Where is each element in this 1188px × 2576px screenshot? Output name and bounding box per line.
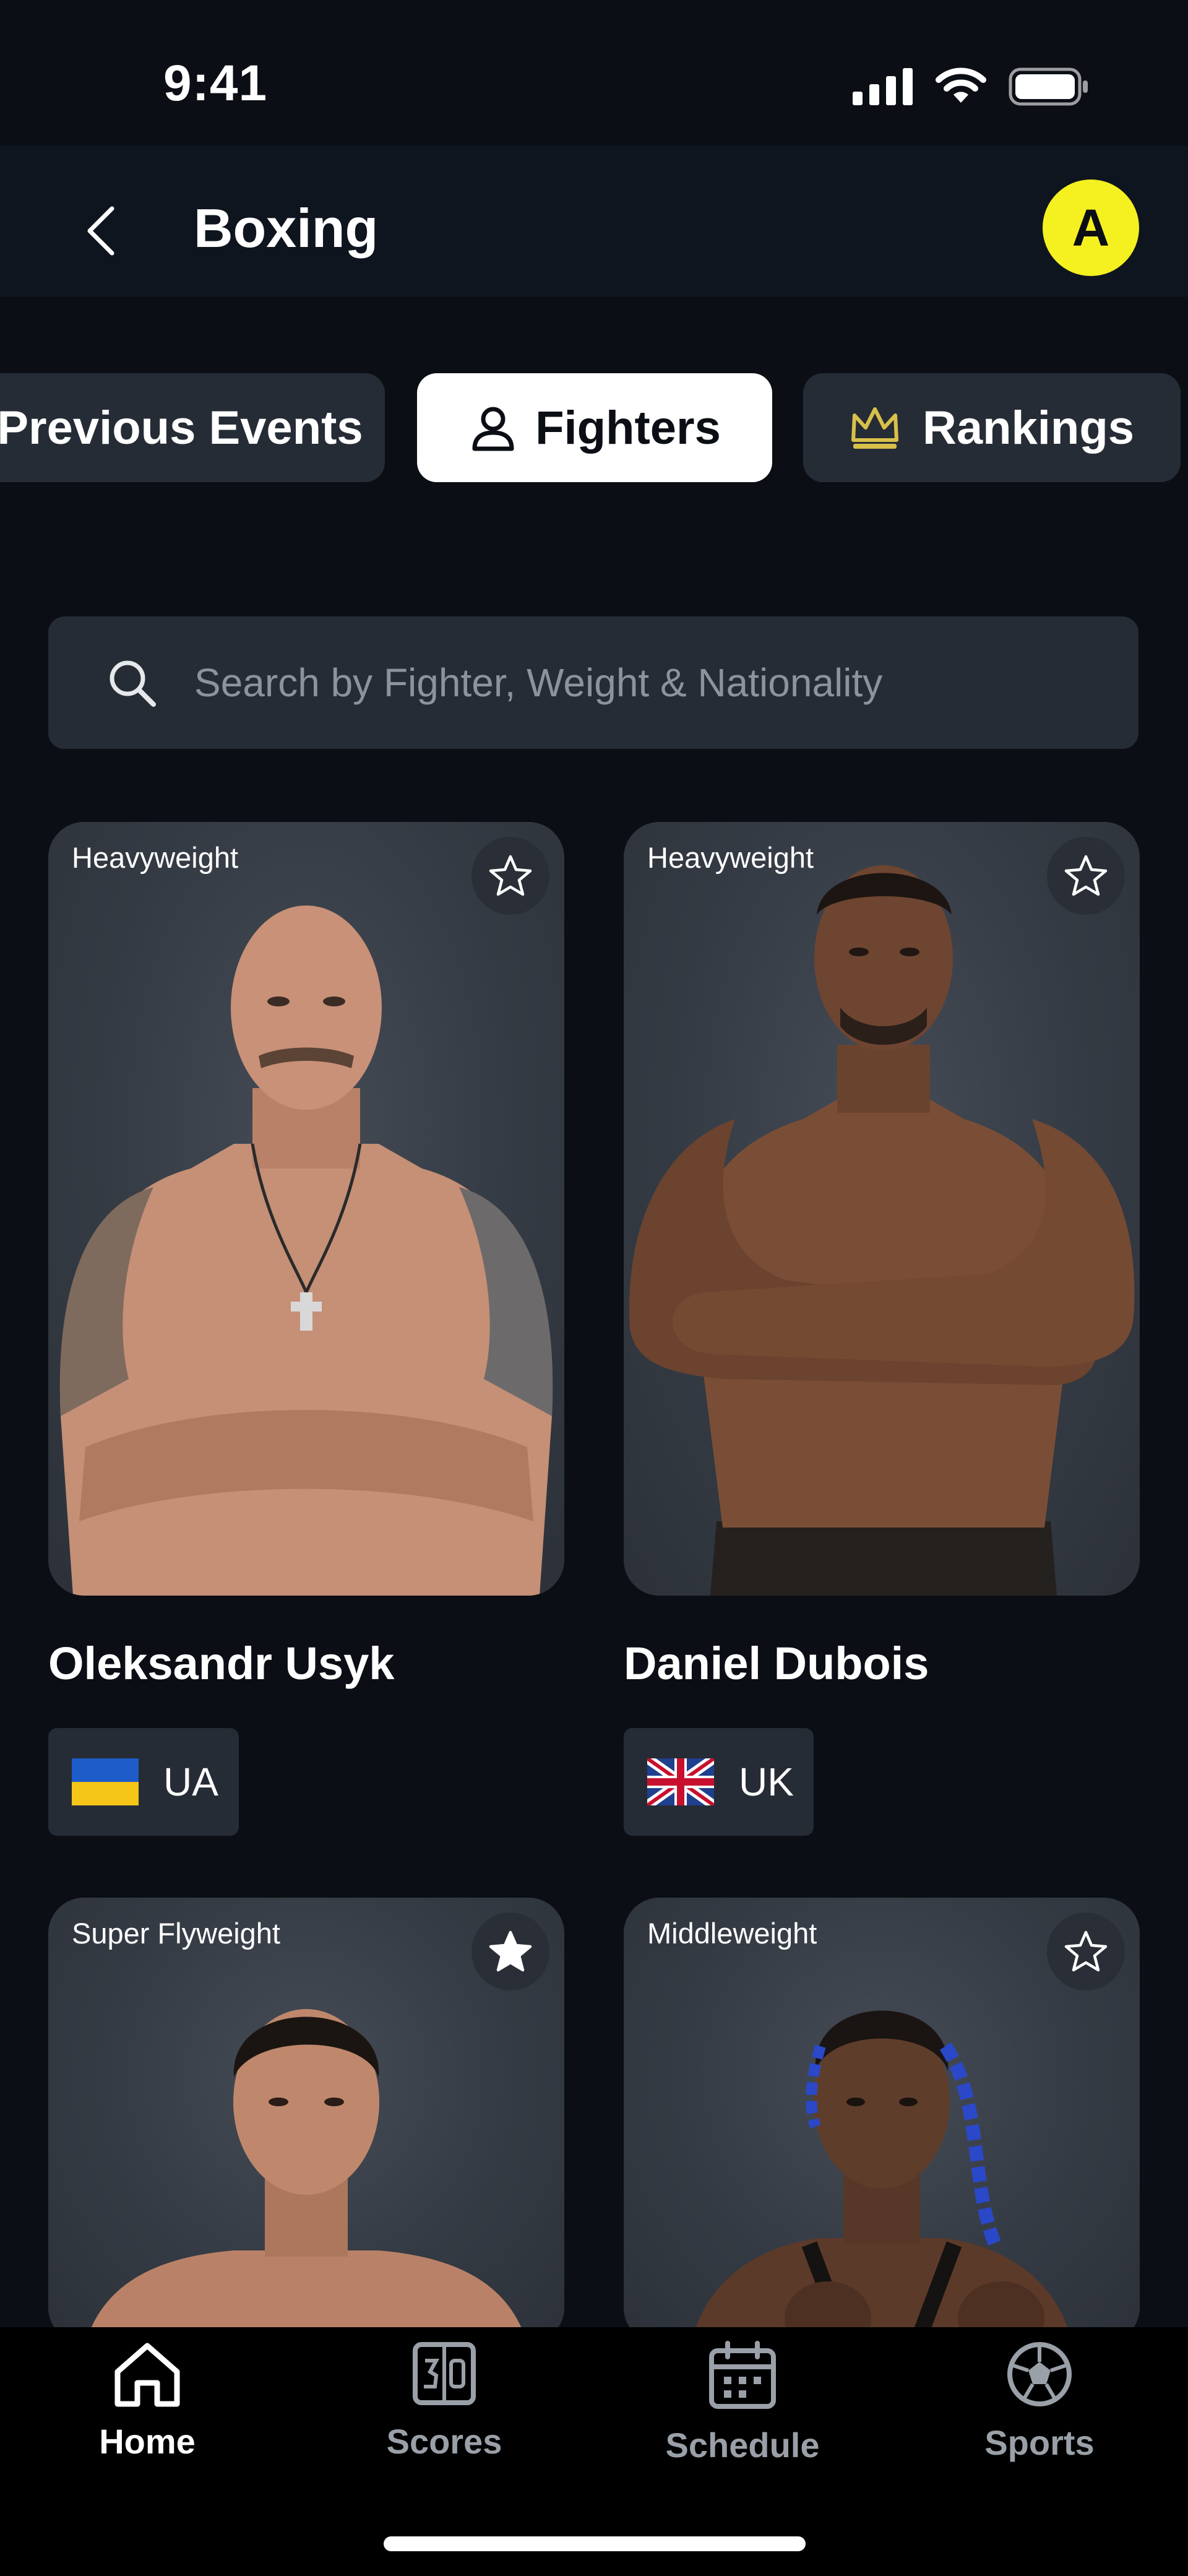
- star-outline-icon: [489, 855, 532, 896]
- ukraine-flag-icon: [72, 1758, 139, 1805]
- tab-label: Fighters: [535, 401, 721, 454]
- fighter-card[interactable]: Super Flyweight: [48, 1898, 564, 2343]
- search-input[interactable]: [193, 659, 1062, 706]
- fighter-photo: [629, 865, 1135, 1596]
- country-code: UK: [739, 1760, 794, 1804]
- tab-label: Rankings: [922, 401, 1135, 454]
- nav-item-sports[interactable]: Sports: [947, 2340, 1132, 2463]
- app-header: [0, 145, 1188, 297]
- scoreboard-icon: [413, 2342, 476, 2405]
- favorite-button[interactable]: [471, 1913, 549, 1990]
- status-time: 9:41: [163, 55, 268, 111]
- country-code: UA: [163, 1760, 218, 1804]
- nav-label: Home: [99, 2422, 196, 2461]
- wifi-icon: [936, 67, 986, 103]
- nav-label: Sports: [984, 2423, 1095, 2462]
- star-outline-icon: [1064, 855, 1108, 896]
- star-filled-icon: [489, 1930, 532, 1972]
- fighter-card[interactable]: Heavyweight: [48, 822, 564, 1596]
- fighter-card[interactable]: Heavyweight: [624, 822, 1140, 1596]
- search-bar[interactable]: [48, 616, 1138, 749]
- nav-label: Schedule: [665, 2426, 820, 2465]
- tab-label: Previous Events: [0, 401, 363, 454]
- nationality-chip: UK: [624, 1728, 814, 1836]
- tab-fighters[interactable]: Fighters: [417, 373, 772, 482]
- fighter-card[interactable]: Middleweight: [624, 1898, 1140, 2343]
- page-title: Boxing: [194, 197, 379, 259]
- chevron-left-icon: [87, 206, 114, 256]
- home-icon: [114, 2343, 180, 2407]
- weight-class-label: Heavyweight: [647, 841, 814, 874]
- status-icons: [853, 67, 1089, 106]
- nav-item-schedule[interactable]: Schedule: [650, 2340, 835, 2465]
- nav-item-home[interactable]: Home: [54, 2340, 240, 2461]
- soccer-ball-icon: [1007, 2342, 1072, 2406]
- nav-label: Scores: [386, 2422, 502, 2461]
- fighter-photo: [59, 905, 553, 1596]
- avatar[interactable]: A: [1043, 179, 1139, 276]
- fighter-name[interactable]: Daniel Dubois: [624, 1637, 929, 1690]
- uk-flag-icon: [647, 1758, 714, 1805]
- nationality-chip: UA: [48, 1728, 239, 1836]
- back-button[interactable]: [75, 197, 125, 265]
- favorite-button[interactable]: [1047, 1913, 1125, 1990]
- battery-icon: [1009, 67, 1088, 106]
- cellular-signal-icon: [853, 68, 913, 105]
- crown-icon: [851, 407, 898, 449]
- tab-rankings[interactable]: Rankings: [803, 373, 1181, 482]
- weight-class-label: Heavyweight: [72, 841, 239, 874]
- calendar-icon: [709, 2341, 776, 2409]
- favorite-button[interactable]: [471, 837, 549, 915]
- search-icon: [110, 660, 156, 707]
- person-icon: [472, 407, 514, 451]
- favorite-button[interactable]: [1047, 837, 1125, 915]
- tab-previous-events[interactable]: Previous Events: [0, 373, 385, 482]
- home-indicator: [384, 2536, 806, 2551]
- star-outline-icon: [1064, 1930, 1108, 1972]
- fighter-name[interactable]: Oleksandr Usyk: [48, 1637, 394, 1690]
- weight-class-label: Middleweight: [647, 1917, 817, 1950]
- nav-item-scores[interactable]: Scores: [351, 2340, 537, 2461]
- weight-class-label: Super Flyweight: [72, 1917, 280, 1950]
